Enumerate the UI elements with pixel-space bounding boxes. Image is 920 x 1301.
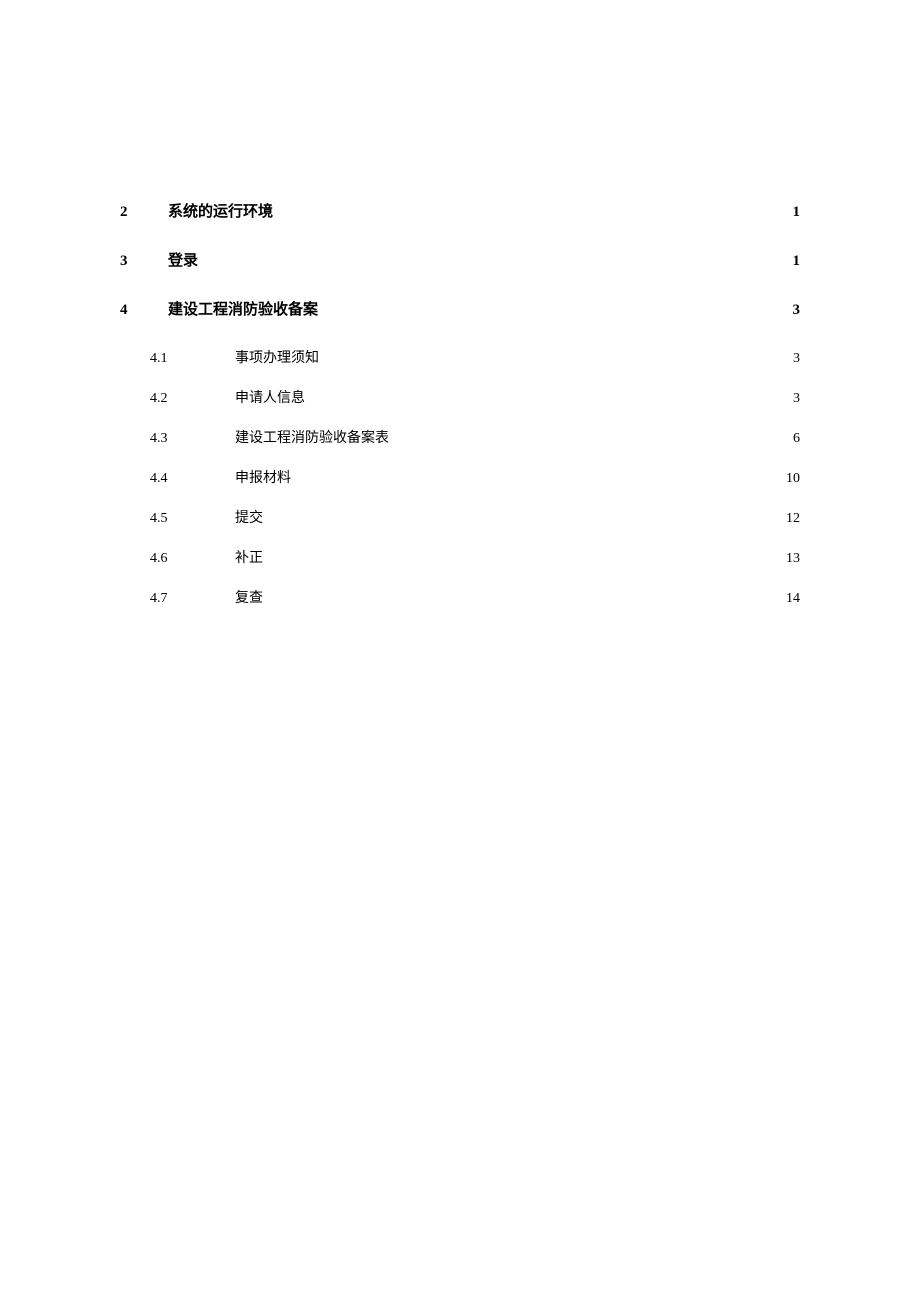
toc-number: 4.1	[150, 351, 235, 367]
toc-number: 4.6	[150, 551, 235, 567]
toc-title: 复查	[235, 587, 263, 607]
toc-number: 4.5	[150, 511, 235, 527]
toc-number: 4.3	[150, 431, 235, 447]
toc-page-number: 6	[784, 431, 800, 447]
toc-page-number: 3	[784, 391, 800, 407]
toc-number: 4	[120, 302, 168, 319]
toc-title: 事项办理须知	[235, 347, 319, 367]
toc-subentry[interactable]: 4.4 申报材料 10	[120, 467, 800, 487]
toc-subentry[interactable]: 4.5 提交 12	[120, 507, 800, 527]
toc-page-number: 14	[784, 591, 800, 607]
toc-title: 补正	[235, 547, 263, 567]
toc-page-number: 1	[784, 253, 800, 270]
toc-entry[interactable]: 4 建设工程消防验收备案 3	[120, 298, 800, 319]
toc-page-number: 12	[784, 511, 800, 527]
toc-page-number: 3	[784, 351, 800, 367]
toc-subentry[interactable]: 4.3 建设工程消防验收备案表 6	[120, 427, 800, 447]
toc-number: 4.4	[150, 471, 235, 487]
toc-number: 4.2	[150, 391, 235, 407]
toc-page-number: 3	[784, 302, 800, 319]
toc-title: 登录	[168, 249, 198, 270]
toc-container: 2 系统的运行环境 1 3 登录 1 4 建设工程消防验收备案 3 4.1 事项…	[120, 200, 800, 607]
toc-entry[interactable]: 2 系统的运行环境 1	[120, 200, 800, 221]
toc-title: 系统的运行环境	[168, 200, 273, 221]
toc-title: 申请人信息	[235, 387, 305, 407]
toc-number: 3	[120, 253, 168, 270]
toc-page-number: 13	[784, 551, 800, 567]
toc-subentry[interactable]: 4.6 补正 13	[120, 547, 800, 567]
toc-title: 建设工程消防验收备案	[168, 298, 318, 319]
toc-number: 2	[120, 204, 168, 221]
toc-entry[interactable]: 3 登录 1	[120, 249, 800, 270]
toc-number: 4.7	[150, 591, 235, 607]
toc-title: 建设工程消防验收备案表	[235, 427, 389, 447]
toc-title: 申报材料	[235, 467, 291, 487]
toc-subentry[interactable]: 4.2 申请人信息 3	[120, 387, 800, 407]
toc-page-number: 1	[784, 204, 800, 221]
toc-subentry[interactable]: 4.1 事项办理须知 3	[120, 347, 800, 367]
toc-subentry[interactable]: 4.7 复查 14	[120, 587, 800, 607]
toc-page-number: 10	[784, 471, 800, 487]
toc-title: 提交	[235, 507, 263, 527]
